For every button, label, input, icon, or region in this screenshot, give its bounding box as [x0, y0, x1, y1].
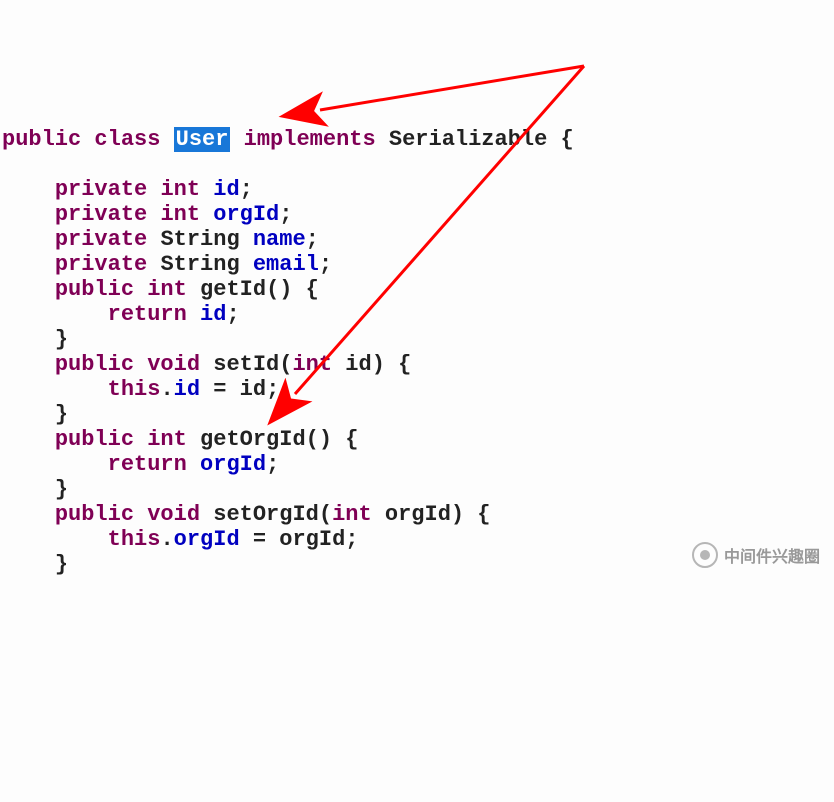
semi: ; — [319, 252, 332, 277]
semi: ; — [240, 177, 253, 202]
paren-open: ( — [279, 352, 292, 377]
kw-void: void — [147, 352, 200, 377]
line-18: } — [2, 552, 68, 577]
method-setid: setId — [213, 352, 279, 377]
eq: = — [200, 377, 240, 402]
semi: ; — [279, 202, 292, 227]
line-4: private int orgId; — [2, 202, 292, 227]
line-12: } — [2, 402, 68, 427]
line-13: public int getOrgId() { — [2, 427, 358, 452]
semi: ; — [345, 527, 358, 552]
field-orgid: orgId — [213, 202, 279, 227]
param-id: id — [345, 352, 371, 377]
brace-close: } — [55, 327, 68, 352]
brace-open: { — [385, 352, 411, 377]
field-email: email — [253, 252, 319, 277]
line-7: public int getId() { — [2, 277, 319, 302]
line-6: private String email; — [2, 252, 332, 277]
kw-return: return — [108, 452, 187, 477]
field-id: id — [200, 302, 226, 327]
line-15: } — [2, 477, 68, 502]
line-5: private String name; — [2, 227, 319, 252]
kw-public: public — [2, 127, 81, 152]
semi: ; — [226, 302, 239, 327]
line-14: return orgId; — [2, 452, 279, 477]
kw-private: private — [55, 177, 147, 202]
field-name: name — [253, 227, 306, 252]
dot: . — [160, 527, 173, 552]
brace-close: } — [55, 552, 68, 577]
brace-open: { — [561, 127, 574, 152]
semi: ; — [266, 452, 279, 477]
type-string: String — [160, 227, 239, 252]
semi: ; — [306, 227, 319, 252]
paren-close: ) — [372, 352, 385, 377]
kw-return: return — [108, 302, 187, 327]
watermark-icon — [692, 542, 718, 568]
kw-public: public — [55, 427, 134, 452]
kw-void: void — [147, 502, 200, 527]
watermark-text: 中间件兴趣圈 — [724, 543, 820, 567]
param-orgid: orgId — [279, 527, 345, 552]
kw-this: this — [108, 527, 161, 552]
kw-public: public — [55, 277, 134, 302]
kw-private: private — [55, 202, 147, 227]
method-getid: getId — [200, 277, 266, 302]
kw-int: int — [292, 352, 332, 377]
kw-private: private — [55, 227, 147, 252]
kw-private: private — [55, 252, 147, 277]
classname-user: User — [174, 127, 231, 152]
kw-this: this — [108, 377, 161, 402]
kw-class: class — [94, 127, 160, 152]
param-id: id — [240, 377, 266, 402]
brace-open: { — [292, 277, 318, 302]
kw-int: int — [332, 502, 372, 527]
paren-close: ) — [451, 502, 464, 527]
brace-close: } — [55, 477, 68, 502]
line-17: this.orgId = orgId; — [2, 527, 358, 552]
type-string: String — [160, 252, 239, 277]
parens: () — [266, 277, 292, 302]
kw-public: public — [55, 502, 134, 527]
kw-public: public — [55, 352, 134, 377]
brace-close: } — [55, 402, 68, 427]
method-getorgid: getOrgId — [200, 427, 306, 452]
method-setorgid: setOrgId — [213, 502, 319, 527]
field-orgid: orgId — [174, 527, 240, 552]
type-serializable: Serializable — [389, 127, 547, 152]
field-id: id — [213, 177, 239, 202]
code-block: public class User implements Serializabl… — [2, 102, 834, 577]
line-16: public void setOrgId(int orgId) { — [2, 502, 491, 527]
line-10: public void setId(int id) { — [2, 352, 411, 377]
brace-open: { — [464, 502, 490, 527]
kw-int: int — [160, 177, 200, 202]
kw-int: int — [160, 202, 200, 227]
line-9: } — [2, 327, 68, 352]
paren-open: ( — [319, 502, 332, 527]
field-orgid: orgId — [200, 452, 266, 477]
field-id: id — [174, 377, 200, 402]
kw-implements: implements — [244, 127, 376, 152]
line-8: return id; — [2, 302, 240, 327]
param-orgid: orgId — [385, 502, 451, 527]
watermark: 中间件兴趣圈 — [692, 542, 820, 568]
line-1: public class User implements Serializabl… — [2, 127, 574, 152]
semi: ; — [266, 377, 279, 402]
brace-open: { — [332, 427, 358, 452]
kw-int: int — [147, 277, 187, 302]
kw-int: int — [147, 427, 187, 452]
line-11: this.id = id; — [2, 377, 279, 402]
parens: () — [306, 427, 332, 452]
line-3: private int id; — [2, 177, 253, 202]
eq: = — [240, 527, 280, 552]
dot: . — [160, 377, 173, 402]
